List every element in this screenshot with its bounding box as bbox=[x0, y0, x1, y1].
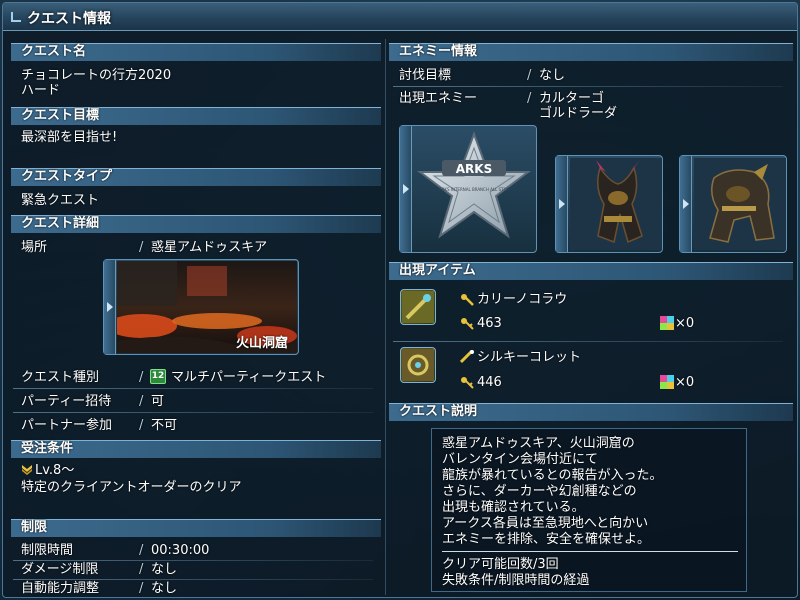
level-condition-text: Lv.8～ bbox=[35, 463, 75, 478]
target-separator: / bbox=[527, 68, 532, 83]
client-order-condition: 特定のクライアントオーダーのクリア bbox=[21, 480, 242, 495]
partner-separator: / bbox=[139, 418, 144, 433]
row-divider bbox=[393, 86, 783, 87]
auto-adjust-label: 自動能力調整 bbox=[21, 581, 100, 596]
enemy-boss-thumbnail[interactable]: ARKS ARKS INTERNAL BRANCH ALL STOP bbox=[399, 125, 537, 253]
column-divider bbox=[385, 39, 386, 595]
quest-name-header: クエスト名 bbox=[11, 43, 381, 61]
limits-header: 制限 bbox=[11, 519, 381, 537]
time-limit-value: 00:30:00 bbox=[151, 543, 210, 558]
appear-enemy-label: 出現エネミー bbox=[399, 91, 478, 106]
item-2-name: シルキーコレット bbox=[477, 350, 582, 365]
description-line: 出現も確認されている。 bbox=[442, 500, 585, 515]
enemy-arrow-icon bbox=[680, 156, 692, 252]
multicolor-tile-icon bbox=[660, 375, 674, 389]
item-1-count: 463 bbox=[477, 316, 502, 331]
item-type-icon bbox=[460, 350, 474, 364]
item-2-icon[interactable] bbox=[400, 347, 436, 383]
level-condition: Lv.8～ bbox=[21, 463, 74, 478]
quest-goal-header: クエスト目標 bbox=[11, 107, 381, 125]
row-divider bbox=[13, 579, 373, 580]
title-mark-icon bbox=[11, 12, 21, 22]
item-1-x-count: ×0 bbox=[675, 316, 695, 331]
target-value: なし bbox=[539, 68, 566, 83]
appear-enemy-1: カルターゴ bbox=[539, 91, 605, 106]
quest-difficulty: ハード bbox=[21, 83, 61, 98]
enemy-info-header: エネミー情報 bbox=[389, 43, 793, 61]
appear-enemy-separator: / bbox=[527, 91, 532, 106]
party-size-badge-icon: 12 bbox=[150, 369, 166, 384]
quest-type-text: 緊急クエスト bbox=[21, 193, 100, 208]
item-2-x-count: ×0 bbox=[675, 375, 695, 390]
arks-star-label: ARKS bbox=[456, 162, 492, 176]
area-thumbnail[interactable]: 火山洞窟 bbox=[103, 259, 299, 355]
fail-condition: 失敗条件/制限時間の経過 bbox=[442, 573, 590, 588]
enemy-arrow-icon bbox=[556, 156, 568, 252]
party-invite-label: パーティー招待 bbox=[21, 394, 112, 409]
description-line: 龍族が暴れているとの報告が入った。 bbox=[442, 468, 663, 483]
arks-star-icon: ARKS ARKS INTERNAL BRANCH ALL STOP bbox=[417, 131, 531, 239]
description-line: 惑星アムドゥスキア、火山洞窟の bbox=[442, 436, 635, 451]
key-icon bbox=[461, 377, 474, 389]
location-value: 惑星アムドゥスキア bbox=[151, 240, 268, 255]
time-limit-label: 制限時間 bbox=[21, 543, 74, 558]
window-title: クエスト情報 bbox=[27, 11, 111, 27]
row-divider bbox=[13, 412, 373, 413]
appear-enemy-2: ゴルドラーダ bbox=[539, 106, 618, 121]
level-chevron-icon bbox=[22, 465, 32, 475]
quest-goal-text: 最深部を目指せ! bbox=[21, 130, 118, 145]
description-header: クエスト説明 bbox=[389, 403, 793, 421]
description-divider bbox=[442, 551, 738, 552]
enemy-2-image bbox=[694, 158, 786, 250]
time-limit-separator: / bbox=[139, 543, 144, 558]
item-type-icon bbox=[461, 294, 474, 306]
enemy-thumbnail-1[interactable] bbox=[555, 155, 663, 253]
partner-label: パートナー参加 bbox=[21, 418, 113, 433]
weapon-rod-icon bbox=[402, 291, 434, 323]
area-caption: 火山洞窟 bbox=[236, 336, 289, 351]
conditions-header: 受注条件 bbox=[11, 440, 381, 458]
quest-name: チョコレートの行方2020 bbox=[21, 68, 172, 83]
key-icon bbox=[461, 318, 474, 330]
location-label: 場所 bbox=[21, 240, 48, 255]
quest-kind-value: マルチパーティークエスト bbox=[171, 370, 327, 385]
row-divider bbox=[393, 341, 783, 342]
enemy-1-image bbox=[570, 158, 662, 250]
item-2-count: 446 bbox=[477, 375, 502, 390]
items-header: 出現アイテム bbox=[389, 262, 793, 280]
enemy-thumbnail-2[interactable] bbox=[679, 155, 787, 253]
enemy-arrow-icon bbox=[400, 126, 412, 252]
quest-kind-label: クエスト種別 bbox=[21, 370, 100, 385]
title-bar: クエスト情報 bbox=[3, 3, 797, 31]
quest-detail-header: クエスト詳細 bbox=[11, 215, 381, 233]
auto-adjust-separator: / bbox=[139, 581, 144, 596]
quest-kind-separator: / bbox=[139, 370, 144, 385]
party-invite-separator: / bbox=[139, 394, 144, 409]
arks-star-sublabel: ARKS INTERNAL BRANCH ALL STOP bbox=[439, 187, 510, 192]
auto-adjust-value: なし bbox=[151, 581, 178, 596]
multicolor-tile-icon bbox=[660, 316, 674, 330]
description-line: アークス各員は至急現地へと向かい bbox=[442, 516, 649, 531]
party-invite-value: 可 bbox=[151, 394, 165, 409]
description-line: エネミーを排除、安全を確保せよ。 bbox=[442, 532, 651, 547]
item-1-icon[interactable] bbox=[400, 289, 436, 325]
partner-value: 不可 bbox=[151, 418, 178, 433]
row-divider bbox=[13, 388, 373, 389]
item-1-name: カリーノコラウ bbox=[477, 292, 568, 307]
description-line: さらに、ダーカーや幻創種などの bbox=[442, 484, 637, 499]
damage-limit-value: なし bbox=[151, 562, 178, 577]
weapon-accessory-icon bbox=[402, 349, 434, 381]
description-line: バレンタイン会場付近にて bbox=[442, 452, 599, 467]
damage-limit-label: ダメージ制限 bbox=[21, 562, 99, 577]
quest-info-window: クエスト情報 クエスト名 チョコレートの行方2020 ハード クエスト目標 最深… bbox=[2, 2, 798, 598]
quest-type-header: クエストタイプ bbox=[11, 168, 381, 186]
damage-limit-separator: / bbox=[139, 562, 144, 577]
description-box: 惑星アムドゥスキア、火山洞窟の バレンタイン会場付近にて 龍族が暴れているとの報… bbox=[431, 428, 747, 592]
thumbnail-arrow-icon bbox=[104, 260, 116, 354]
clear-count: クリア可能回数/3回 bbox=[442, 557, 559, 572]
location-separator: / bbox=[139, 240, 144, 255]
target-label: 討伐目標 bbox=[399, 68, 452, 83]
row-divider bbox=[13, 560, 373, 561]
